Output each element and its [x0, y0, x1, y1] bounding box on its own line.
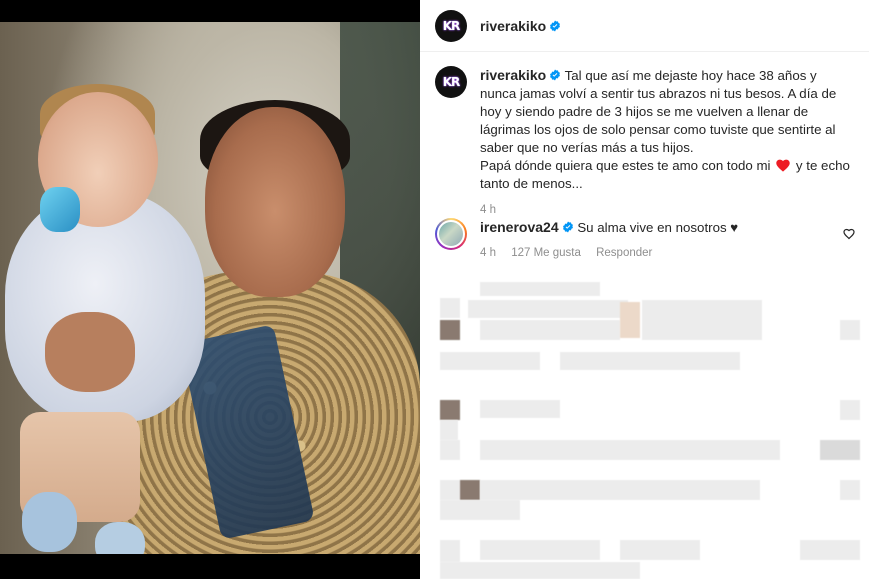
blurred-text — [642, 300, 762, 340]
caption-timestamp[interactable]: 4 h — [480, 201, 855, 219]
blurred-avatar — [440, 480, 460, 500]
heart-outline-icon[interactable] — [843, 228, 855, 240]
caption-body: riverakiko Tal que así me dejaste hoy ha… — [480, 66, 855, 219]
blurred-text — [440, 500, 520, 520]
comment-text: Su alma vive en nosotros ♥ — [577, 220, 739, 235]
caption-author-avatar[interactable]: KR — [435, 66, 467, 98]
blurred-text — [560, 352, 740, 370]
blurred-avatar — [440, 440, 460, 460]
comment-item: irenerova24 Su alma vive en nosotros ♥ 4… — [435, 218, 855, 262]
post-side-panel: KR riverakiko KR riverakiko Tal que así … — [420, 0, 869, 579]
blurred-text — [480, 400, 560, 418]
photo-baby-shoe — [95, 522, 145, 554]
comment-reply-button[interactable]: Responder — [596, 247, 652, 259]
blurred-text — [480, 282, 600, 296]
blurred-avatar — [440, 320, 460, 340]
blurred-like — [840, 320, 860, 340]
avatar-logo-text: KR — [442, 18, 461, 33]
caption-text: riverakiko Tal que así me dejaste hoy ha… — [480, 66, 855, 193]
post-media — [0, 0, 420, 579]
blurred-avatar — [440, 400, 460, 420]
avatar-logo-text: KR — [442, 75, 461, 89]
author-username[interactable]: riverakiko — [480, 18, 546, 34]
author-avatar[interactable]: KR — [435, 9, 467, 42]
verified-badge-icon — [550, 69, 561, 81]
blurred-text — [480, 440, 780, 460]
comment-timestamp[interactable]: 4 h — [480, 247, 496, 259]
caption-paragraph-2-start: Papá dónde quiera que estes te amo con t… — [480, 158, 771, 173]
photo-man-hand — [45, 312, 135, 392]
commenter-avatar-photo — [437, 220, 465, 248]
post-caption: KR riverakiko Tal que así me dejaste hoy… — [435, 66, 855, 219]
blurred-text — [440, 562, 640, 579]
blurred-text — [440, 352, 540, 370]
blurred-image — [620, 302, 640, 338]
photo-baby-shoe — [22, 492, 77, 552]
blurred-like — [840, 480, 860, 500]
photo-toy — [40, 187, 80, 232]
blurred-like — [840, 400, 860, 420]
blurred-text — [480, 480, 760, 500]
blurred-like — [800, 540, 860, 560]
blurred-text — [440, 420, 458, 440]
blurred-text — [620, 540, 700, 560]
red-heart-icon — [776, 159, 790, 172]
blurred-text — [468, 300, 628, 318]
blurred-avatar — [460, 480, 480, 500]
commenter-avatar[interactable] — [435, 218, 467, 250]
comment-body: irenerova24 Su alma vive en nosotros ♥ 4… — [480, 218, 855, 262]
blurred-text — [480, 540, 600, 560]
blurred-like — [820, 440, 860, 460]
blurred-text — [480, 320, 620, 340]
commenter-username[interactable]: irenerova24 — [480, 219, 559, 235]
post-photo[interactable] — [0, 22, 420, 554]
comment-likes[interactable]: 127 Me gusta — [511, 247, 581, 259]
photo-man-face — [205, 107, 345, 297]
verified-badge-icon — [550, 20, 561, 31]
caption-username[interactable]: riverakiko — [480, 67, 546, 83]
comment-text-line: irenerova24 Su alma vive en nosotros ♥ — [480, 218, 855, 237]
blurred-avatar — [440, 540, 460, 562]
comment-meta: 4 h 127 Me gusta Responder — [480, 244, 855, 262]
post-header: KR riverakiko — [420, 0, 869, 52]
blurred-avatar — [440, 298, 460, 318]
verified-badge-icon — [562, 221, 573, 233]
